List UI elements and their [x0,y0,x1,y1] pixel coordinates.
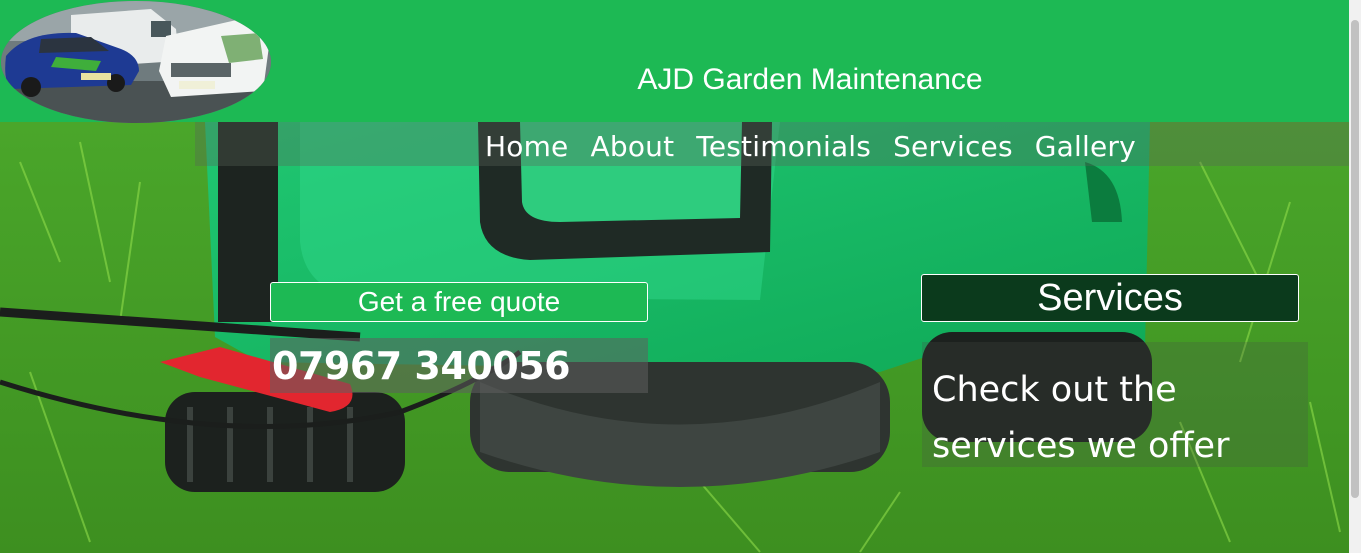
site-header: AJD Garden Maintenance [0,0,1349,123]
nav-services[interactable]: Services [893,122,1013,172]
lawnmower-background-image [0,122,1349,553]
services-panel: Check out the services we offer [922,342,1308,467]
scrollbar-thumb[interactable] [1351,20,1359,498]
nav-gallery[interactable]: Gallery [1035,122,1136,172]
site-title: AJD Garden Maintenance [637,63,983,96]
hero-section: Home About Testimonials Services Gallery… [0,122,1349,553]
page: AJD Garden Maintenance Home About Testim… [0,0,1349,553]
logo-image[interactable] [1,1,271,123]
nav-about[interactable]: About [591,122,675,172]
nav-home[interactable]: Home [485,122,569,172]
free-quote-button[interactable]: Get a free quote [270,282,648,322]
services-description: Check out the services we offer [932,370,1230,466]
main-navigation: Home About Testimonials Services Gallery [485,122,1136,172]
nav-testimonials[interactable]: Testimonials [696,122,871,172]
phone-panel: 07967 340056 [270,338,648,393]
page-scrollbar[interactable] [1349,0,1361,553]
phone-number[interactable]: 07967 340056 [272,338,571,394]
services-button[interactable]: Services [921,274,1299,322]
